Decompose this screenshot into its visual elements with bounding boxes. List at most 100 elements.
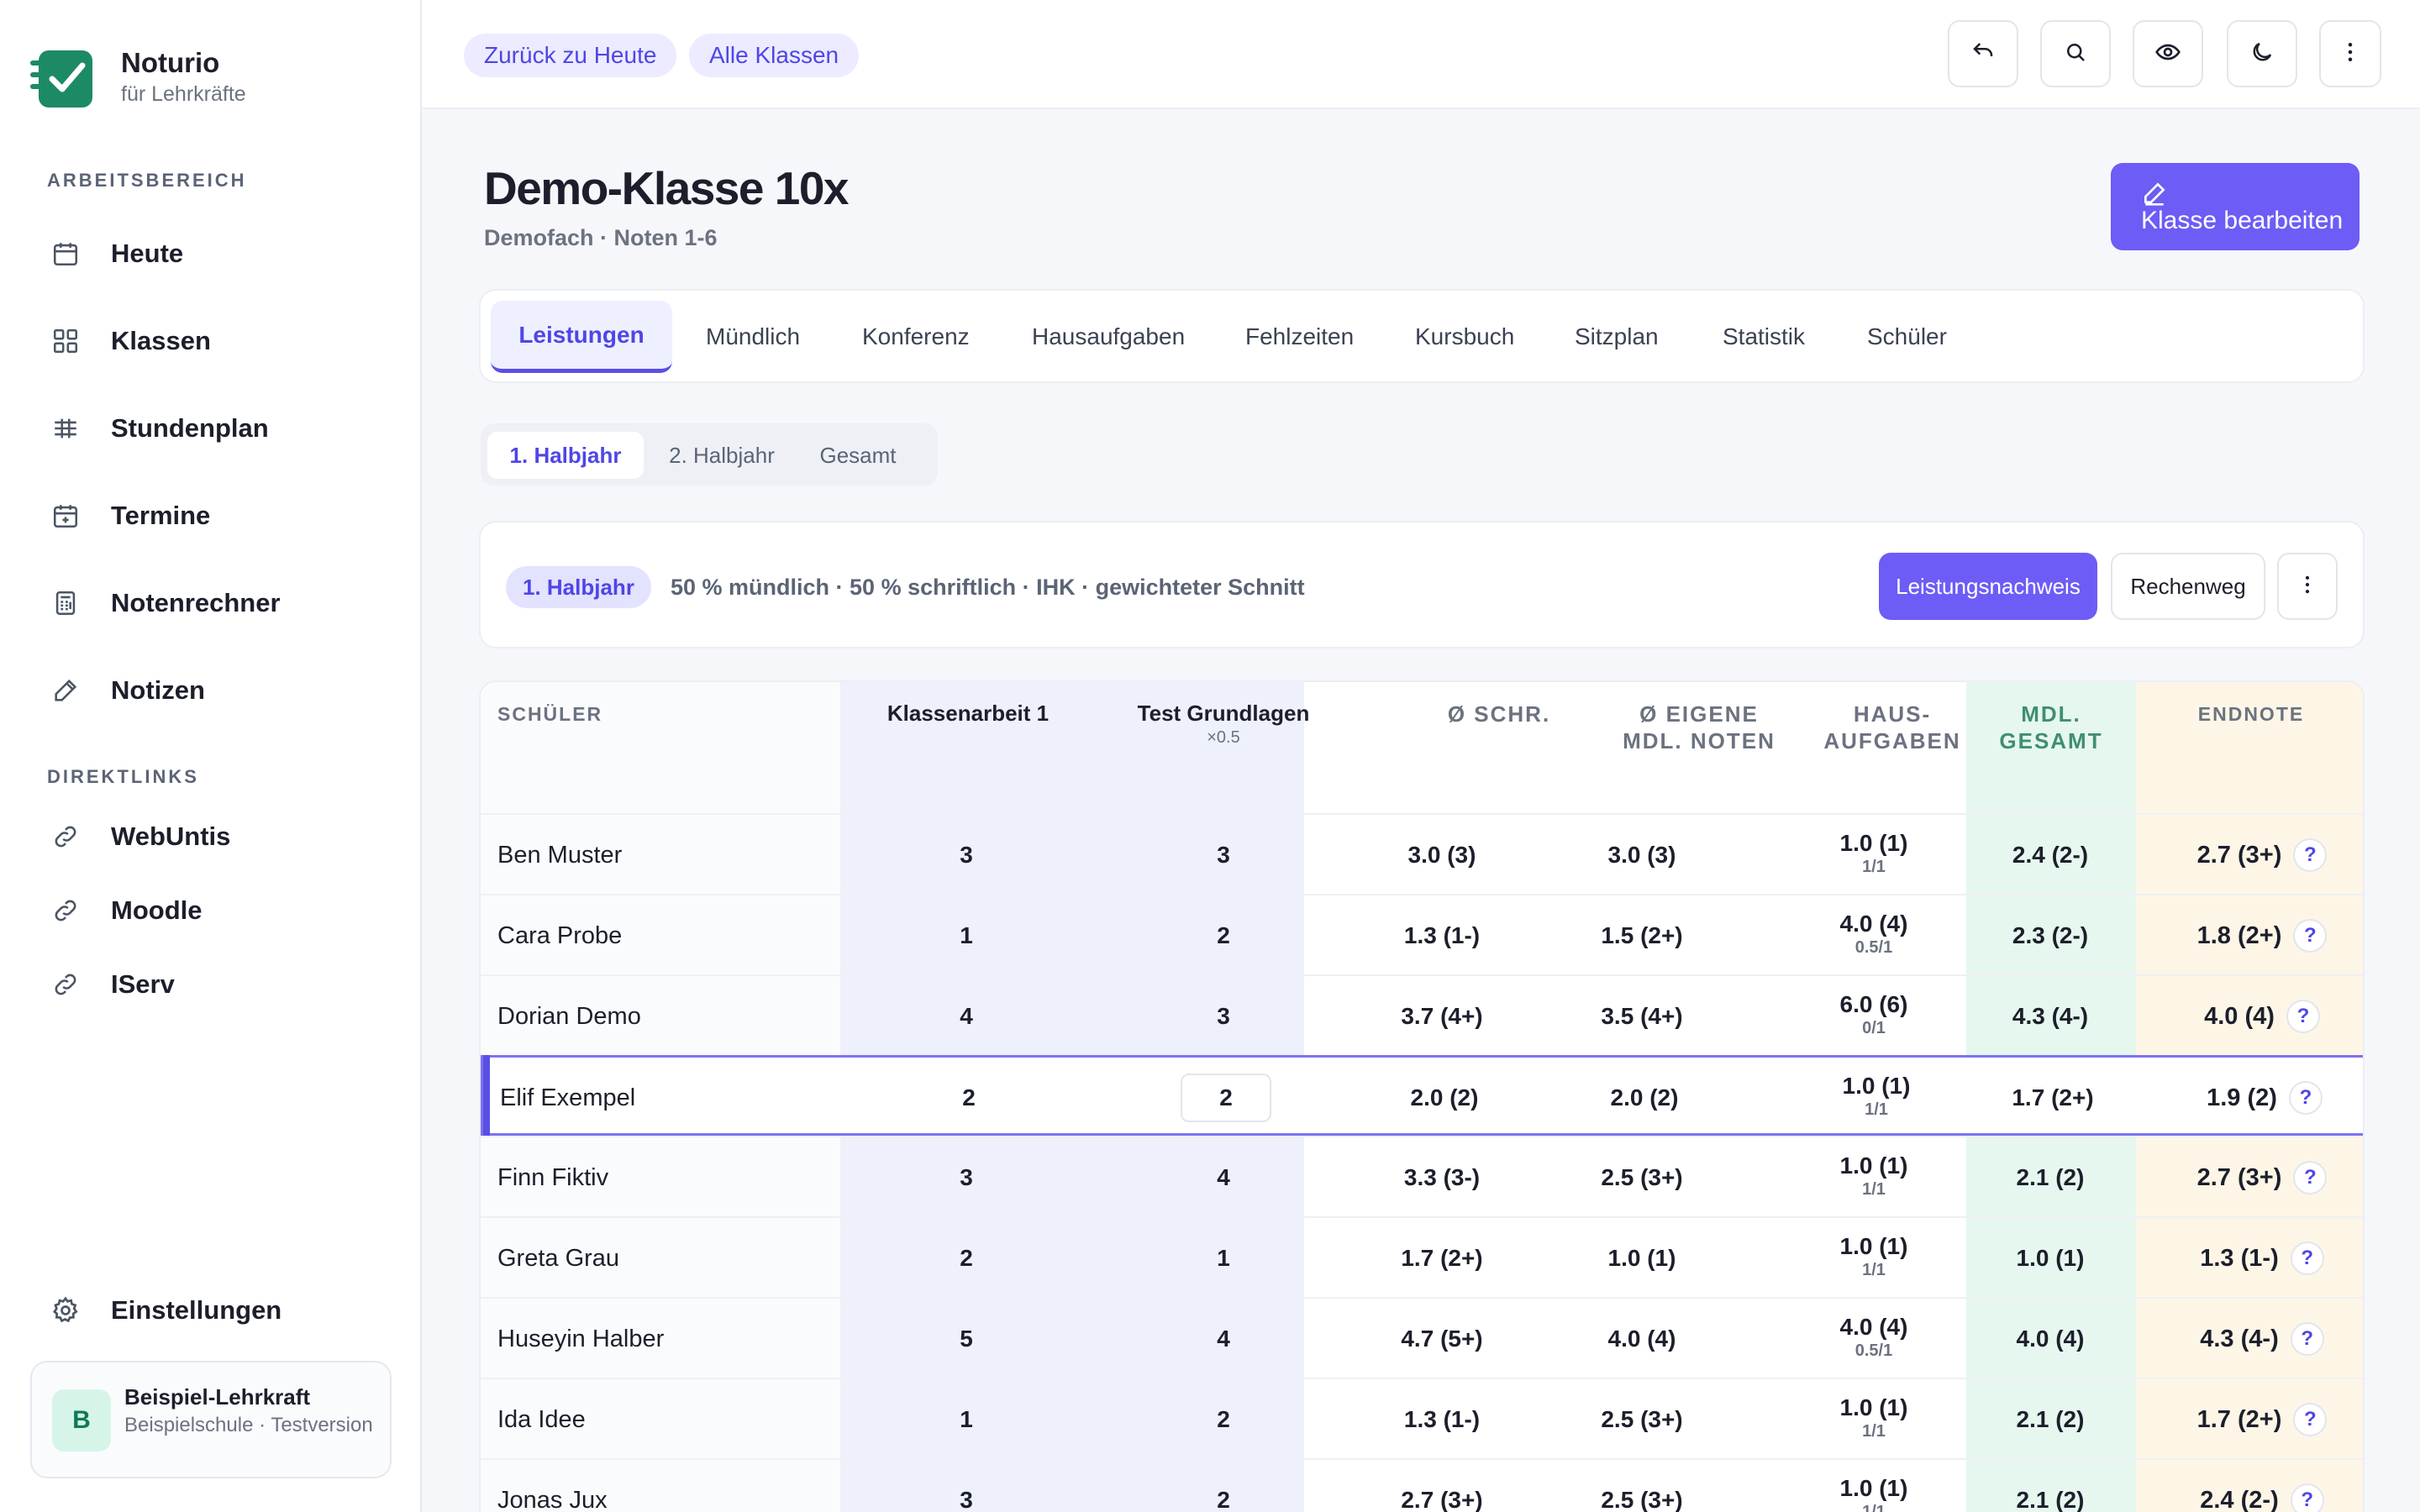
- gear-icon: [47, 1292, 84, 1329]
- table-row[interactable]: Ben Muster 3 3 3.0 (3) 3.0 (3) 1.0 (1) 1/1 2.4 …: [481, 813, 2363, 895]
- table-row[interactable]: Ida Idee 1 2 1.3 (1-) 2.5 (3+) 1.0 (1) 1/1 2.1 …: [481, 1378, 2363, 1460]
- halbjahr-2[interactable]: 2. Halbjahr: [659, 432, 785, 479]
- student-name[interactable]: Finn Fiktiv: [497, 1137, 608, 1218]
- cell-test[interactable]: 4: [1139, 1137, 1307, 1218]
- cell-endnote: 1.8 (2+)?: [2178, 895, 2346, 976]
- header-schueler: SCHÜLER: [497, 703, 603, 725]
- sidebar-item-notenrechner[interactable]: Notenrechner: [47, 570, 400, 637]
- student-name[interactable]: Elif Exempel: [500, 1058, 635, 1138]
- sidebar-item-stundenplan[interactable]: Stundenplan: [47, 395, 400, 462]
- tab-schueler[interactable]: Schüler: [1867, 301, 1947, 373]
- tab-kursbuch[interactable]: Kursbuch: [1415, 301, 1514, 373]
- undo-button[interactable]: [1948, 20, 2018, 87]
- help-icon[interactable]: ?: [2293, 1161, 2328, 1194]
- all-classes-link[interactable]: Alle Klassen: [689, 34, 860, 77]
- leistungsnachweis-button[interactable]: Leistungsnachweis: [1879, 553, 2097, 620]
- help-icon[interactable]: ?: [2290, 1242, 2324, 1275]
- help-icon[interactable]: ?: [2286, 1000, 2320, 1033]
- page-subtitle: Demofach · Noten 1-6: [484, 225, 718, 250]
- halbjahr-1[interactable]: 1. Halbjahr: [487, 432, 644, 479]
- student-name[interactable]: Greta Grau: [497, 1218, 619, 1299]
- sidebar-link-webuntis[interactable]: WebUntis: [47, 803, 400, 870]
- user-card[interactable]: B Beispiel-Lehrkraft Beispielschule · Te…: [30, 1361, 392, 1478]
- help-icon[interactable]: ?: [2290, 1483, 2324, 1512]
- tab-muendlich[interactable]: Mündlich: [706, 301, 800, 373]
- edit-class-button[interactable]: Klasse bearbeiten: [2111, 163, 2360, 250]
- table-row[interactable]: Jonas Jux 3 2 2.7 (3+) 2.5 (3+) 1.0 (1) 1/1 2.1…: [481, 1458, 2363, 1512]
- sidebar-link-moodle[interactable]: Moodle: [47, 877, 400, 944]
- cell-haus: 1.0 (1) 1/1: [1790, 1460, 1958, 1512]
- cell-ka1[interactable]: 2: [885, 1058, 1053, 1138]
- tab-sitzplan[interactable]: Sitzplan: [1575, 301, 1659, 373]
- cell-ka1[interactable]: 1: [882, 1379, 1050, 1460]
- sidebar-link-iserv[interactable]: IServ: [47, 951, 400, 1018]
- table-row[interactable]: Dorian Demo 4 3 3.7 (4+) 3.5 (4+) 6.0 (6) 0/1 4…: [481, 974, 2363, 1057]
- tab-statistik[interactable]: Statistik: [1723, 301, 1805, 373]
- info-more-button[interactable]: [2277, 553, 2338, 620]
- cell-ka1[interactable]: 1: [882, 895, 1050, 976]
- sidebar-item-einstellungen[interactable]: Einstellungen: [47, 1277, 400, 1344]
- tab-leistungen[interactable]: Leistungen: [491, 301, 672, 373]
- student-name[interactable]: Dorian Demo: [497, 976, 641, 1057]
- tab-hausaufgaben[interactable]: Hausaufgaben: [1032, 301, 1185, 373]
- halbjahr-badge: 1. Halbjahr: [506, 566, 651, 608]
- cell-test[interactable]: 3: [1139, 976, 1307, 1057]
- sidebar-item-klassen[interactable]: Klassen: [47, 307, 400, 375]
- cell-schr: 1.7 (2+): [1401, 1245, 1483, 1271]
- search-button[interactable]: [2040, 20, 2111, 87]
- back-to-today-link[interactable]: Zurück zu Heute: [464, 34, 677, 77]
- sidebar-item-label: Notenrechner: [111, 588, 281, 617]
- app-logo-icon[interactable]: [30, 47, 96, 111]
- final-grade: 2.7 (3+): [2196, 841, 2282, 869]
- cell-ka1[interactable]: 5: [882, 1299, 1050, 1379]
- cell-test[interactable]: 2: [1139, 1379, 1307, 1460]
- table-row[interactable]: Huseyin Halber 5 4 4.7 (5+) 4.0 (4) 4.0 (4) 0.…: [481, 1297, 2363, 1379]
- tab-fehlzeiten[interactable]: Fehlzeiten: [1245, 301, 1354, 373]
- student-name[interactable]: Ben Muster: [497, 815, 622, 895]
- cell-test[interactable]: 2: [1139, 895, 1307, 976]
- dark-mode-button[interactable]: [2227, 20, 2297, 87]
- halbjahr-gesamt[interactable]: Gesamt: [795, 432, 921, 479]
- table-row[interactable]: Cara Probe 1 2 1.3 (1-) 1.5 (2+) 4.0 (4) 0.5/1…: [481, 894, 2363, 976]
- halbjahr-switch: 1. Halbjahr 2. Halbjahr Gesamt: [481, 423, 938, 486]
- link-icon: [47, 818, 84, 855]
- table-row[interactable]: Greta Grau 2 1 1.7 (2+) 1.0 (1) 1.0 (1) 1/1 1.0…: [481, 1216, 2363, 1299]
- student-name[interactable]: Jonas Jux: [497, 1460, 608, 1512]
- cell-ka1[interactable]: 2: [882, 1218, 1050, 1299]
- cell-haus: 1.0 (1) 1/1: [1790, 1218, 1958, 1299]
- cell-test[interactable]: 3: [1139, 815, 1307, 895]
- cell-schr: 1.3 (1-): [1403, 922, 1481, 948]
- sidebar-item-heute[interactable]: Heute: [47, 220, 400, 287]
- more-menu-button[interactable]: [2319, 20, 2381, 87]
- cell-test[interactable]: 1: [1139, 1218, 1307, 1299]
- cell-test[interactable]: 2: [1139, 1460, 1307, 1512]
- cell-ka1[interactable]: 4: [882, 976, 1050, 1057]
- cell-ka1[interactable]: 3: [882, 1460, 1050, 1512]
- student-name[interactable]: Huseyin Halber: [497, 1299, 664, 1379]
- sidebar-item-notizen[interactable]: Notizen: [47, 657, 400, 724]
- help-icon[interactable]: ?: [2288, 1081, 2323, 1115]
- visibility-button[interactable]: [2133, 20, 2203, 87]
- cell-ka1[interactable]: 3: [882, 1137, 1050, 1218]
- cell-mdl: 2.1 (2): [2016, 1487, 2085, 1512]
- cell-test[interactable]: 4: [1139, 1299, 1307, 1379]
- sidebar-item-termine[interactable]: Termine: [47, 482, 400, 549]
- student-name[interactable]: Ida Idee: [497, 1379, 586, 1460]
- cell-test[interactable]: 2: [1142, 1058, 1310, 1138]
- table-row[interactable]: Finn Fiktiv 3 4 3.3 (3-) 2.5 (3+) 1.0 (1) 1/1 2…: [481, 1136, 2363, 1218]
- header-test-grundlagen[interactable]: Test Grundlagen ×0.5: [1096, 701, 1351, 748]
- section-label-arbeitsbereich: ARBEITSBEREICH: [47, 170, 247, 191]
- help-icon[interactable]: ?: [2293, 919, 2328, 953]
- tab-konferenz[interactable]: Konferenz: [862, 301, 970, 373]
- rechenweg-button[interactable]: Rechenweg: [2111, 553, 2265, 620]
- help-icon[interactable]: ?: [2290, 1322, 2324, 1356]
- table-row[interactable]: Elif Exempel 2 2 2.0 (2) 2.0 (2) 1.0 (1) 1/1 1.…: [481, 1055, 2363, 1138]
- help-icon[interactable]: ?: [2293, 1403, 2328, 1436]
- header-klassenarbeit-1[interactable]: Klassenarbeit 1: [840, 701, 1096, 727]
- student-name[interactable]: Cara Probe: [497, 895, 622, 976]
- homework-ratio: 1/1: [1865, 1100, 1888, 1119]
- cell-ka1[interactable]: 3: [882, 815, 1050, 895]
- grade-input[interactable]: 2: [1181, 1074, 1271, 1122]
- help-icon[interactable]: ?: [2293, 838, 2328, 872]
- header-test-label: Test Grundlagen: [1137, 701, 1310, 726]
